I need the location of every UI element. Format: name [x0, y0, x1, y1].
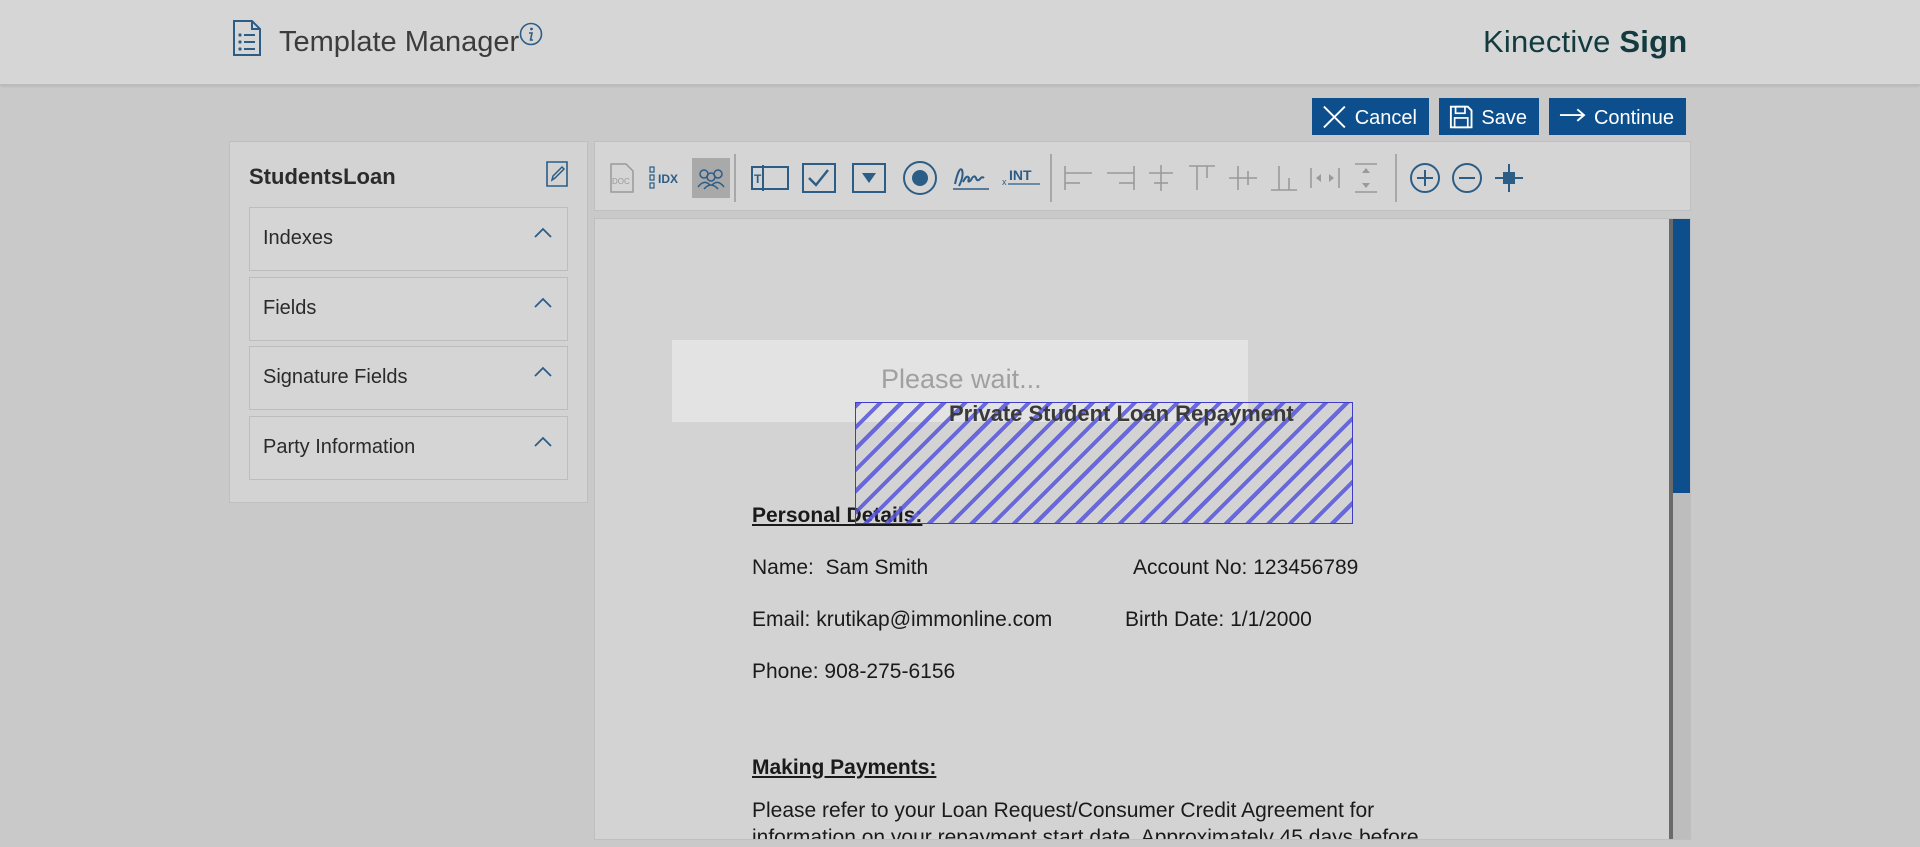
align-left-icon[interactable] [1062, 158, 1096, 198]
radio-icon[interactable] [901, 158, 939, 198]
arrow-right-icon [1559, 108, 1586, 122]
document-title: Private Student Loan Repayment [949, 401, 1294, 426]
svg-text:T: T [754, 172, 762, 186]
template-panel: StudentsLoan Indexes Fields Signature Fi… [229, 141, 588, 503]
accordion-label: Signature Fields [263, 366, 408, 388]
fit-icon[interactable] [1492, 158, 1526, 198]
continue-button[interactable]: Continue [1549, 98, 1686, 135]
zoom-in-icon[interactable] [1408, 158, 1442, 198]
initials-icon[interactable]: x INT [1000, 158, 1042, 198]
accordion-party-information[interactable]: Party Information [249, 416, 568, 480]
accordion-label: Fields [263, 297, 317, 319]
align-middle-icon[interactable] [1226, 158, 1260, 198]
birth-row: Birth Date: 1/1/2000 [1125, 608, 1312, 632]
align-center-horizontal-icon[interactable] [1144, 158, 1178, 198]
chevron-up-icon [534, 297, 552, 308]
svg-text:INT: INT [1009, 167, 1032, 183]
account-label: Account No: [1133, 556, 1248, 579]
toolbar-separator [1395, 154, 1397, 202]
close-icon [1323, 105, 1346, 128]
checkbox-icon[interactable] [801, 158, 837, 198]
phone-label: Phone: [752, 660, 819, 683]
template-name: StudentsLoan [249, 164, 396, 189]
toolbar-separator [1050, 154, 1052, 202]
field-toolbar: DOC IDX T x INT [594, 141, 1691, 211]
zoom-out-icon[interactable] [1450, 158, 1484, 198]
svg-text:IDX: IDX [658, 172, 678, 186]
brand-logo: Kinective Sign [1483, 24, 1688, 59]
name-row: Name: Sam Smith [752, 556, 928, 580]
email-label: Email: [752, 608, 811, 631]
birth-value: 1/1/2000 [1230, 608, 1312, 631]
document-viewer[interactable] [594, 218, 1691, 840]
phone-row: Phone: 908-275-6156 [752, 660, 955, 684]
name-value: Sam Smith [825, 556, 929, 579]
toolbar-separator [734, 154, 736, 202]
chevron-up-icon [534, 366, 552, 377]
account-value: 123456789 [1253, 556, 1359, 579]
making-payments-heading: Making Payments: [752, 756, 937, 779]
distribute-horizontal-icon[interactable] [1308, 158, 1342, 198]
name-label: Name: [752, 556, 814, 579]
accordion-label: Party Information [263, 436, 416, 458]
app-header: Template Manager Kinective Sign [0, 0, 1920, 85]
parties-icon[interactable] [692, 158, 730, 198]
align-right-icon[interactable] [1103, 158, 1137, 198]
dropdown-icon[interactable] [851, 158, 887, 198]
payments-paragraph-line: Please refer to your Loan Request/Consum… [752, 799, 1375, 822]
edit-icon[interactable] [545, 160, 569, 188]
align-bottom-icon[interactable] [1267, 158, 1301, 198]
distribute-vertical-icon[interactable] [1349, 158, 1383, 198]
document-list-icon [233, 20, 261, 56]
index-icon[interactable]: IDX [648, 158, 684, 198]
info-icon[interactable] [519, 22, 543, 46]
email-row: Email: krutikap@immonline.com [752, 608, 1052, 632]
svg-text:DOC: DOC [612, 177, 630, 186]
accordion-indexes[interactable]: Indexes [249, 207, 568, 271]
chevron-up-icon [534, 227, 552, 238]
signature-icon[interactable] [951, 158, 991, 198]
text-field-icon[interactable]: T [750, 158, 790, 198]
account-row: Account No: 123456789 [1133, 556, 1358, 580]
doc-icon[interactable]: DOC [609, 158, 635, 198]
scrollbar-thumb[interactable] [1673, 219, 1690, 493]
loading-text: Please wait... [881, 364, 1042, 394]
floppy-disk-icon [1449, 105, 1473, 128]
email-value: krutikap@immonline.com [816, 608, 1053, 631]
accordion-label: Indexes [263, 227, 334, 249]
accordion-fields[interactable]: Fields [249, 277, 568, 341]
birth-label: Birth Date: [1125, 608, 1225, 631]
align-top-icon[interactable] [1185, 158, 1219, 198]
vertical-scrollbar[interactable] [1669, 219, 1690, 839]
save-button[interactable]: Save [1439, 98, 1539, 135]
payments-paragraph-line: information on your repayment start date… [752, 826, 1419, 839]
phone-value: 908-275-6156 [824, 660, 956, 683]
chevron-up-icon [534, 436, 552, 447]
svg-text:x: x [1002, 177, 1007, 187]
cancel-button[interactable]: Cancel [1312, 98, 1429, 135]
accordion-signature-fields[interactable]: Signature Fields [249, 346, 568, 410]
page-title: Template Manager [279, 26, 520, 58]
